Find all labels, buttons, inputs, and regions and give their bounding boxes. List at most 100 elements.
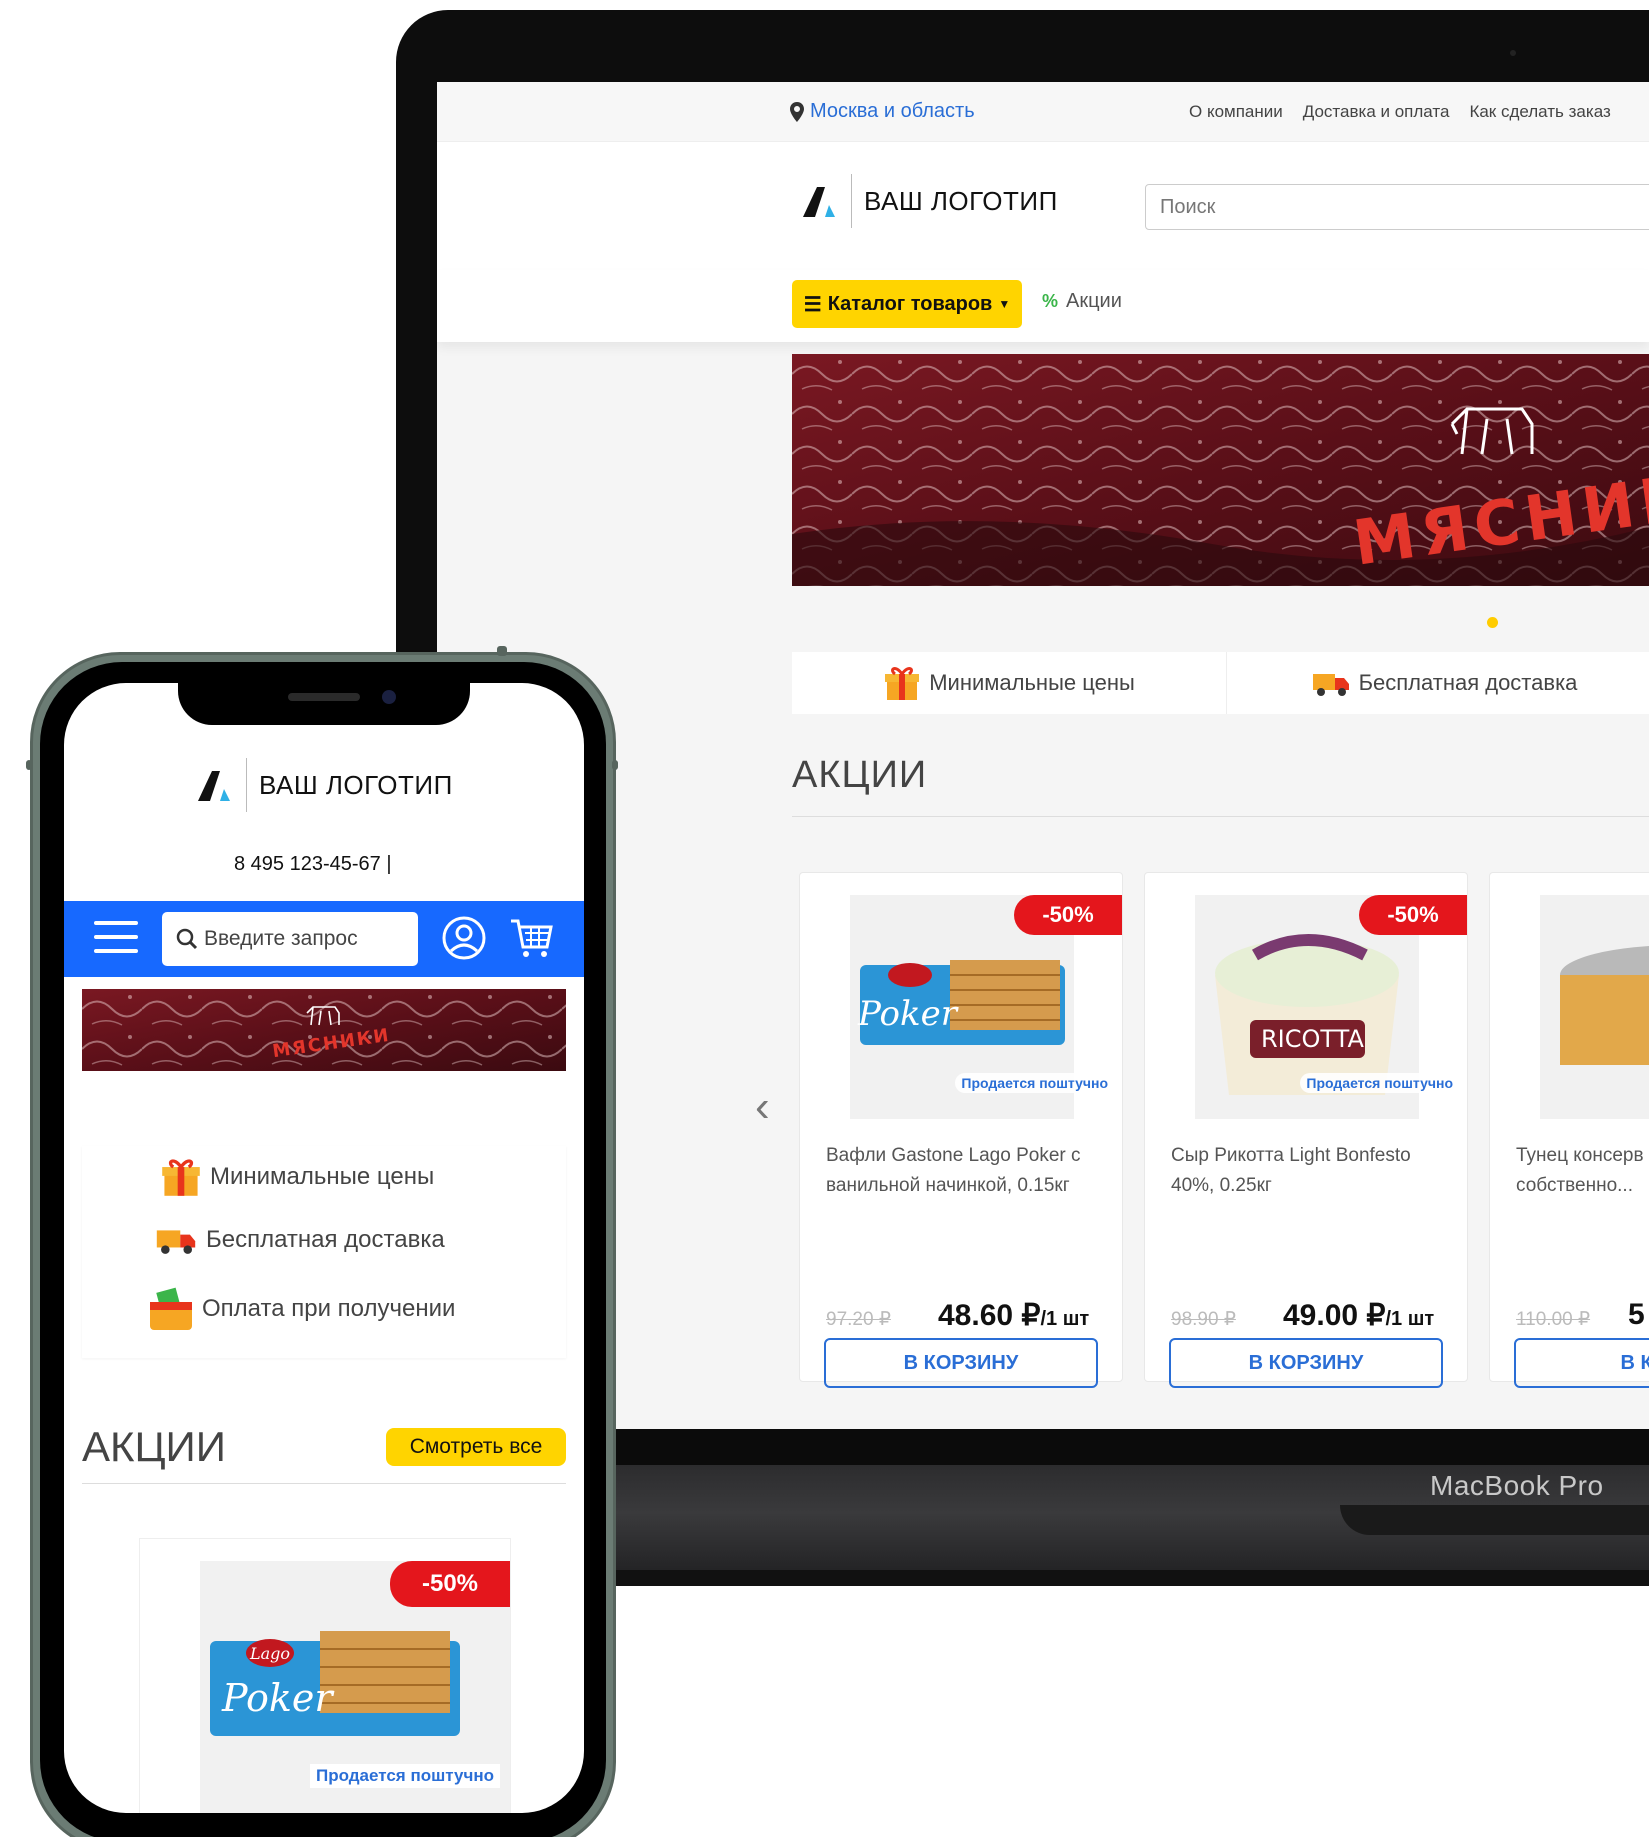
tuna-can-image: Ту xyxy=(1540,895,1649,1119)
old-price: 98.90 ₽ xyxy=(1171,1309,1236,1330)
feature-pay-on-delivery: Оплата при получении xyxy=(148,1286,455,1332)
svg-text:RICOTTA: RICOTTA xyxy=(1261,1025,1364,1053)
delivery-link[interactable]: Доставка и оплата xyxy=(1303,102,1450,122)
mobile-logo[interactable]: ВАШ ЛОГОТИП xyxy=(194,758,453,812)
gift-icon xyxy=(162,1159,200,1196)
delivery-truck-icon xyxy=(1312,674,1349,696)
catalog-button[interactable]: ☰ Каталог товаров ▼ xyxy=(792,280,1022,328)
feature-min-prices: Минимальные цены xyxy=(160,1156,434,1198)
discount-badge: -50% xyxy=(1359,895,1467,935)
device-label: MacBook Pro xyxy=(1430,1470,1604,1501)
front-camera xyxy=(382,690,396,704)
map-pin-icon xyxy=(790,101,804,122)
product-name[interactable]: Сыр Рикотта Light Bonfesto 40%, 0.25кг xyxy=(1171,1141,1451,1201)
product-card[interactable]: RICOTTA -50% Продается поштучно Сыр Рико… xyxy=(1144,872,1468,1388)
chevron-left-icon[interactable]: ‹ xyxy=(755,1082,785,1142)
speaker-grille xyxy=(288,693,360,701)
svg-text:Poker: Poker xyxy=(857,994,959,1034)
laptop-hinge xyxy=(1340,1505,1649,1535)
promo-label: Акции xyxy=(1066,290,1122,312)
nav-bar: ☰ Каталог товаров ▼ % Акции xyxy=(437,270,1649,342)
price-value: 49.00 ₽ xyxy=(1283,1299,1386,1332)
product-image: Ту xyxy=(1540,895,1649,1119)
logo-separator xyxy=(851,174,852,228)
wallet-icon xyxy=(150,1287,192,1330)
feature-free-delivery: Бесплатная доставка xyxy=(1227,652,1649,714)
location-link[interactable]: Москва и область xyxy=(790,100,975,123)
discount-badge: -50% xyxy=(390,1561,510,1607)
caret-down-icon: ▼ xyxy=(998,297,1011,311)
sold-by-piece-label: Продается поштучно xyxy=(310,1764,500,1788)
user-icon[interactable] xyxy=(441,915,487,961)
feature-label: Бесплатная доставка xyxy=(1358,670,1578,695)
price-value: 5 xyxy=(1628,1298,1645,1331)
old-price: 110.00 ₽ xyxy=(1516,1309,1591,1330)
top-links: О компании Доставка и оплата Как сделать… xyxy=(1189,102,1611,122)
hamburger-menu-icon[interactable] xyxy=(94,921,138,955)
mobile-screen: ВАШ ЛОГОТИП 8 495 123-45-67 | Введите за… xyxy=(64,683,584,1813)
sold-by-piece-label: Продается поштучно xyxy=(955,1073,1114,1093)
percent-icon: % xyxy=(1042,291,1059,311)
product-card[interactable]: Poker -50% Продается поштучно Вафли Gast… xyxy=(799,872,1123,1388)
logo-mark-icon xyxy=(803,187,835,217)
menu-icon: ☰ xyxy=(803,293,822,316)
logo-text: ВАШ ЛОГОТИП xyxy=(259,769,453,800)
feature-free-delivery: Бесплатная доставка xyxy=(154,1224,445,1256)
section-divider xyxy=(792,816,1649,817)
mobile-product-card[interactable]: Lago Poker -50% Продается поштучно xyxy=(139,1538,511,1813)
phone-number[interactable]: 8 495 123-45-67 | xyxy=(234,853,392,876)
mobile-hero-banner[interactable]: МЯСНИКИ xyxy=(82,989,566,1071)
add-to-cart-button[interactable]: В КОР xyxy=(1514,1338,1649,1388)
meat-banner-image xyxy=(82,989,566,1071)
delivery-truck-icon xyxy=(156,1230,196,1254)
search-placeholder: Введите запрос xyxy=(204,927,358,950)
about-link[interactable]: О компании xyxy=(1189,102,1283,122)
feature-label: Минимальные цены xyxy=(210,1163,435,1190)
product-name[interactable]: Тунец консерв "Пеликан" фил собственно..… xyxy=(1516,1141,1649,1201)
brand-label: Lago xyxy=(249,1644,290,1663)
section-divider xyxy=(82,1483,566,1484)
feature-label: Минимальные цены xyxy=(929,670,1135,695)
feature-label: Бесплатная доставка xyxy=(206,1226,445,1253)
carousel-dot[interactable] xyxy=(1487,617,1498,628)
laptop-lip xyxy=(600,1570,1649,1586)
price-value: 48.60 ₽ xyxy=(938,1299,1041,1332)
see-all-button[interactable]: Смотреть все xyxy=(386,1428,566,1466)
discount-badge: -50% xyxy=(1014,895,1122,935)
old-price: 97.20 ₽ xyxy=(826,1309,891,1330)
price-unit: /1 шт xyxy=(1040,1308,1090,1330)
mobile-features: Минимальные цены Бесплатная доставка Опл… xyxy=(82,1146,566,1358)
top-bar: Москва и область О компании Доставка и о… xyxy=(437,82,1649,142)
desktop-screen: Москва и область О компании Доставка и о… xyxy=(437,82,1649,1429)
cart-icon[interactable] xyxy=(509,915,555,961)
features-bar: Минимальные цены Бесплатная доставка xyxy=(792,652,1649,714)
logo-text: ВАШ ЛОГОТИП xyxy=(864,185,1058,216)
feature-label: Оплата при получении xyxy=(202,1295,456,1322)
mobile-section-title: АКЦИИ xyxy=(82,1423,226,1470)
logo-mark-icon xyxy=(198,771,230,801)
add-to-cart-button[interactable]: В КОРЗИНУ xyxy=(1169,1338,1443,1388)
price: 48.60 ₽/1 шт xyxy=(938,1298,1089,1333)
phone-notch xyxy=(178,683,470,725)
mobile-search-input[interactable]: Введите запрос xyxy=(162,912,418,966)
price: 5 xyxy=(1628,1298,1645,1332)
product-card[interactable]: Ту Тунец консерв "Пеликан" фил собственн… xyxy=(1489,872,1649,1388)
phone-button xyxy=(497,646,507,656)
sold-by-piece-label: Продается поштучно xyxy=(1300,1073,1459,1093)
location-text: Москва и область xyxy=(810,100,975,122)
logo[interactable]: ВАШ ЛОГОТИП xyxy=(799,174,1058,228)
product-label: Poker xyxy=(221,1676,335,1720)
how-to-order-link[interactable]: Как сделать заказ xyxy=(1469,102,1610,122)
site-header: ВАШ ЛОГОТИП Поиск xyxy=(437,142,1649,270)
search-input[interactable]: Поиск xyxy=(1145,184,1649,230)
laptop-bezel xyxy=(437,1429,1649,1465)
hero-banner[interactable]: МЯСНИКИ xyxy=(792,354,1649,586)
promo-link[interactable]: % Акции xyxy=(1042,290,1122,313)
phone-button xyxy=(612,760,618,770)
phone-button xyxy=(26,760,32,770)
product-name[interactable]: Вафли Gastone Lago Poker с ванильной нач… xyxy=(826,1141,1106,1201)
add-to-cart-button[interactable]: В КОРЗИНУ xyxy=(824,1338,1098,1388)
price-unit: /1 шт xyxy=(1385,1308,1435,1330)
logo-separator xyxy=(246,758,247,812)
catalog-label: Каталог товаров xyxy=(827,292,993,315)
